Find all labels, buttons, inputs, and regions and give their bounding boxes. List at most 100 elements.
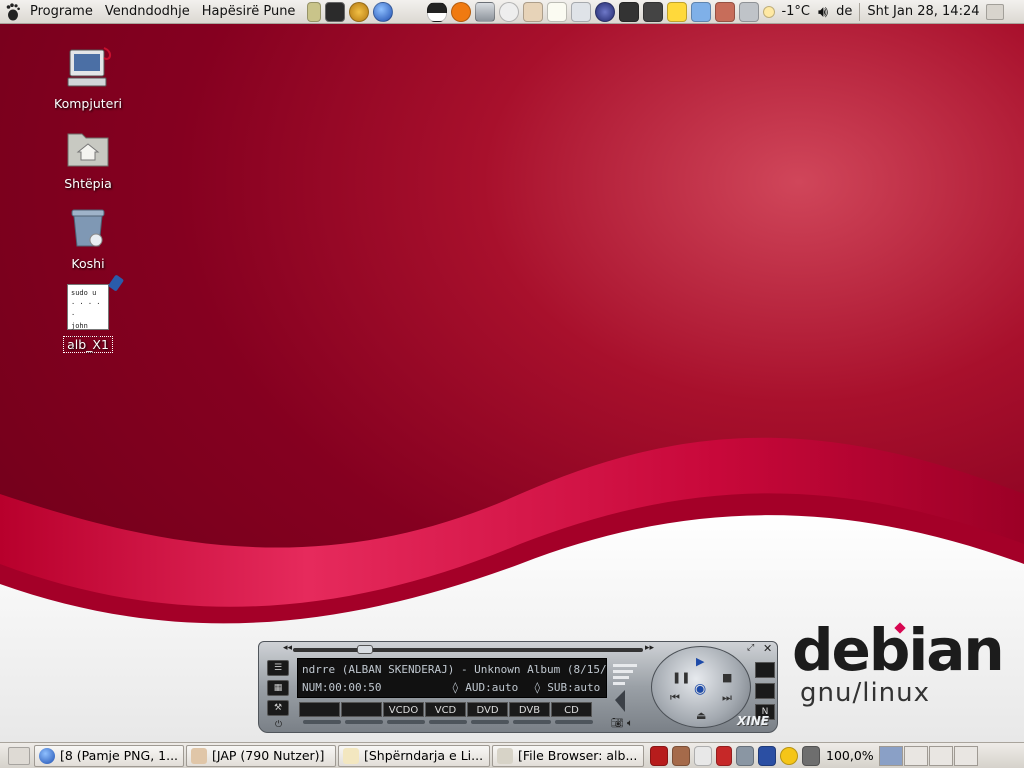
task-button[interactable]: [File Browser: alb... — [492, 744, 644, 767]
mode-buttons: VCDO VCD DVD DVB CD — [299, 702, 593, 717]
workspace-4[interactable] — [953, 745, 978, 766]
audio-channel[interactable]: ◊ AUD:auto — [452, 679, 534, 697]
text-editor-launcher-icon[interactable] — [307, 1, 322, 22]
rabbit-icon[interactable] — [523, 1, 544, 22]
mode-button[interactable] — [341, 702, 382, 717]
status-row: NUM:00:00:50 ◊ AUD:auto ◊ SUB:auto — [302, 679, 602, 697]
window-list-icon[interactable] — [619, 1, 640, 22]
desktop-icon-home[interactable]: Shtëpia — [48, 124, 128, 191]
task-button[interactable]: [8 (Pamje PNG, 1... — [34, 744, 184, 767]
eject-button[interactable]: ◉ — [694, 681, 706, 697]
mode-button-vcd[interactable]: VCD — [425, 702, 466, 717]
mode-button-vcdo[interactable]: VCDO — [383, 702, 424, 717]
temperature-label[interactable]: -1°C — [777, 0, 814, 24]
extra-button[interactable] — [755, 683, 775, 699]
zoom-level[interactable]: 100,0% — [822, 744, 878, 768]
tools-button[interactable]: ⚒ — [267, 700, 289, 716]
debian-logo: debian gnu/linux — [792, 620, 1005, 706]
mute-icon[interactable]: 🔈︎ — [627, 718, 633, 729]
mode-button-dvb[interactable]: DVB — [509, 702, 550, 717]
pdf-icon[interactable] — [716, 745, 732, 766]
network-icon[interactable] — [475, 1, 496, 22]
package-icon[interactable] — [715, 1, 736, 22]
copyleft-icon[interactable] — [499, 1, 520, 22]
text-file-icon: sudo u · · · · · john · · · · · — [65, 274, 125, 352]
file-preview-dots: · · · · · — [71, 333, 101, 352]
seek-back-icon[interactable]: ◂◂ — [283, 643, 292, 653]
track-title: ndrre (ALBAN SKENDERAJ) - Unknown Album … — [302, 663, 607, 676]
browser-launcher-icon[interactable] — [373, 1, 394, 22]
tool-icon[interactable] — [736, 745, 754, 766]
windows-icon[interactable] — [694, 745, 712, 766]
jap-icon — [191, 747, 207, 764]
folder-icon — [497, 747, 513, 764]
menu-desktop[interactable]: Hapësirë Pune — [196, 0, 302, 24]
snapshot-icon[interactable]: 📷︎ — [611, 718, 624, 729]
terminal-launcher-icon[interactable] — [325, 1, 346, 22]
warning-icon[interactable] — [667, 1, 688, 22]
notification-area: -1°C 🔊︎ de Sht Jan 28, 14:24 — [425, 0, 1005, 24]
playlist-button[interactable]: ☰ — [267, 660, 289, 676]
skype-icon[interactable] — [451, 1, 472, 22]
alarm-clock-icon[interactable] — [780, 746, 798, 765]
m-app-icon[interactable] — [758, 745, 776, 766]
penguin-icon[interactable] — [427, 1, 448, 22]
desktop[interactable]: Kompjuteri Shtëpia Koshi sudo u · · · · … — [0, 24, 1024, 742]
previous-button[interactable]: ⏮ — [670, 691, 680, 705]
extra-button[interactable] — [755, 662, 775, 678]
desktop-icon-label: Shtëpia — [64, 176, 112, 191]
logout-icon[interactable] — [650, 745, 668, 766]
workspace-3[interactable] — [928, 745, 953, 766]
workspace-1[interactable] — [878, 745, 903, 766]
task-button[interactable]: [JAP (790 Nutzer)] — [186, 744, 336, 767]
mode-indicator-bars — [303, 720, 593, 724]
next-button[interactable]: ⏭ — [722, 691, 732, 705]
screenshot-icon[interactable] — [571, 1, 592, 22]
mode-button[interactable] — [299, 702, 340, 717]
volume-control[interactable] — [611, 660, 645, 714]
panel-separator — [859, 2, 861, 21]
power-icon[interactable]: ⏻ — [275, 720, 282, 730]
workspace-2[interactable] — [903, 745, 928, 766]
seek-bar[interactable] — [293, 645, 643, 654]
seek-forward-icon[interactable]: ▸▸ — [645, 643, 654, 653]
fullscreen-icon[interactable]: ⤢ — [747, 643, 754, 653]
menu-places[interactable]: Vendndodhje — [99, 0, 196, 24]
clock[interactable]: Sht Jan 28, 14:24 — [863, 0, 983, 24]
window-list-icon-2[interactable] — [643, 1, 664, 22]
mode-button-cd[interactable]: CD — [551, 702, 592, 717]
stop-button[interactable]: ■ — [722, 671, 732, 684]
play-button[interactable]: ▶ — [696, 655, 704, 668]
desktop-icon-file[interactable]: sudo u · · · · · john · · · · · alb_X1 — [48, 274, 128, 353]
monitor-icon[interactable] — [691, 1, 712, 22]
menu-applications[interactable]: Programe — [24, 0, 99, 24]
desktop-icon-trash[interactable]: Koshi — [48, 204, 128, 271]
seek-thumb[interactable] — [357, 645, 373, 654]
desktop-icon-computer[interactable]: Kompjuteri — [48, 44, 128, 111]
settings-button[interactable]: ▦ — [267, 680, 289, 696]
time-display: NUM:00:00:50 — [302, 681, 382, 694]
transport-wheel: ▶ ❚❚ ■ ⏮ ◉ ⏭ ⏏ — [651, 646, 751, 728]
gears-icon[interactable] — [802, 745, 820, 766]
disk-icon[interactable] — [739, 1, 760, 22]
weather-sun-icon[interactable] — [763, 5, 776, 18]
show-desktop-icon[interactable] — [985, 3, 1004, 20]
pause-button[interactable]: ❚❚ — [672, 671, 690, 684]
top-panel: Programe Vendndodhje Hapësirë Pune -1°C … — [0, 0, 1024, 24]
notes-icon[interactable] — [547, 1, 568, 22]
gimp-launcher-icon[interactable] — [349, 1, 370, 22]
face-icon[interactable] — [672, 745, 690, 766]
xine-player[interactable]: ◂◂ ▸▸ ⤢ ✕ ☰ ▦ ⚒ ⏻ ndrre (ALBAN SKENDERAJ… — [258, 641, 778, 733]
close-icon[interactable]: ✕ — [763, 642, 772, 655]
subtitle-channel[interactable]: ◊ SUB:auto — [534, 679, 600, 697]
keyboard-layout-indicator[interactable]: de — [832, 0, 856, 24]
task-label: [JAP (790 Nutzer)] — [212, 748, 325, 763]
file-preview-dots: · · · · · — [71, 300, 101, 319]
gnome-foot-icon[interactable] — [2, 1, 24, 23]
task-button[interactable]: [Shpërndarja e Li... — [338, 744, 490, 767]
eclipse-icon[interactable] — [595, 1, 616, 22]
eject-icon[interactable]: ⏏ — [696, 709, 706, 722]
show-desktop-button-icon[interactable] — [8, 746, 30, 765]
volume-icon[interactable]: 🔊︎ — [814, 2, 832, 22]
mode-button-dvd[interactable]: DVD — [467, 702, 508, 717]
